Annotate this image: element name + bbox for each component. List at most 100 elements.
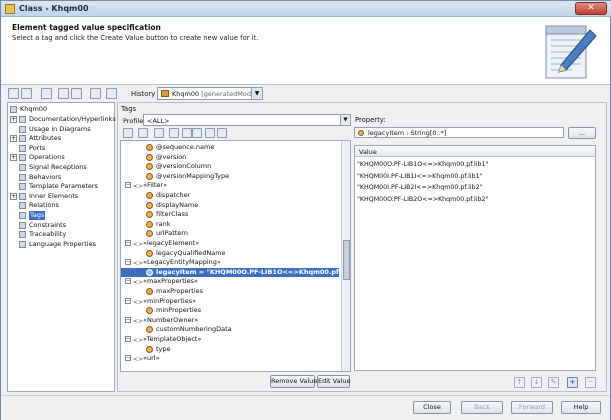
page-icon — [19, 240, 26, 248]
arrow-up-icon[interactable]: ↑ — [514, 377, 525, 388]
values-table-header: Value — [355, 146, 595, 157]
forward-arrow-icon[interactable] — [106, 88, 117, 99]
tree-item-label: «maxProperties» — [143, 277, 198, 286]
collapse-icon[interactable]: − — [125, 240, 131, 246]
tree-item-label: @sequence.name — [156, 143, 215, 151]
options-icon[interactable] — [217, 128, 227, 138]
value-row[interactable]: "KHQM00O.PF-LIB1O<=>Khqm00.pf.lib1" — [357, 160, 488, 171]
edit-value-button[interactable]: Edit Value — [317, 375, 351, 388]
add-icon[interactable]: + — [567, 377, 578, 388]
page-icon — [19, 125, 26, 133]
browse-property-button[interactable]: ... — [568, 127, 596, 139]
show-inherited-icon[interactable] — [182, 128, 192, 138]
history-dropdown[interactable]: Khqm00 [generatedModel] ▼ — [157, 87, 263, 100]
page-icon — [19, 116, 26, 123]
expand-icon[interactable]: + — [10, 116, 17, 123]
page-icon — [19, 202, 26, 210]
collapse-icon[interactable]: − — [125, 182, 131, 189]
specification-notepad-icon — [545, 25, 597, 79]
close-button[interactable]: Close — [413, 401, 451, 414]
abc-icon[interactable] — [205, 128, 215, 138]
arrow-down-icon[interactable]: ↓ — [531, 377, 542, 388]
expand-icon[interactable]: + — [10, 135, 17, 143]
collapse-icon[interactable]: − — [125, 278, 131, 285]
sort-icon[interactable] — [169, 128, 179, 138]
tag-icon — [146, 249, 153, 257]
collapse-icon[interactable]: − — [125, 355, 131, 362]
stereotype-icon: <> — [133, 279, 144, 287]
pencil-icon[interactable]: ✎ — [548, 377, 559, 388]
history-label: History : — [131, 90, 160, 98]
tree-item-label: displayName — [156, 200, 199, 209]
tree-item-label: «TemplateObject» — [143, 335, 202, 343]
tag-icon — [146, 326, 153, 334]
collapse-icon[interactable]: − — [125, 297, 131, 304]
dialog-window: Class - Khqm00 ✕ Element tagged value sp… — [0, 0, 611, 420]
filter-icon[interactable] — [154, 128, 164, 138]
collapse-icon[interactable]: − — [125, 336, 131, 342]
show-values-icon[interactable] — [192, 128, 202, 138]
nav-item-label: Tags — [29, 211, 46, 220]
remove-value-button[interactable]: Remove Value — [270, 375, 317, 388]
tag-tree-item[interactable]: legacyItem = "KHQM00O.PF-LIB1O<=>Khqm00.… — [121, 267, 350, 278]
value-row[interactable]: "KHQM00I.PF-LIB2I<=>Khqm00.pf.lib2" — [357, 183, 483, 194]
close-window-button[interactable]: ✕ — [575, 2, 607, 15]
chevron-down-icon[interactable]: ▼ — [251, 88, 262, 99]
dialog-header: Element tagged value specification Selec… — [1, 17, 610, 85]
expand-icon[interactable]: + — [10, 154, 17, 162]
chevron-down-icon[interactable]: ▼ — [340, 115, 350, 125]
spell-check-icon[interactable] — [58, 88, 69, 99]
tags-group-label: Tags — [121, 105, 137, 113]
collapse-icon[interactable]: − — [125, 259, 131, 266]
tag-icon — [146, 211, 153, 219]
collapse-all-icon[interactable] — [138, 128, 148, 138]
forward-button[interactable]: Forward — [511, 401, 553, 414]
value-column-header: Value — [359, 148, 377, 156]
tag-icon — [146, 220, 153, 228]
tree-item-label: «legacyElement» — [143, 239, 200, 247]
tag-icon — [146, 192, 153, 199]
value-row[interactable]: "KHQM00I.PF-LIB1I<=>Khqm00.pf.lib1" — [357, 172, 483, 183]
tree-item-label: rank — [156, 219, 171, 228]
refresh-icon[interactable] — [71, 88, 82, 99]
navigation-tree: Khqm00 + Documentation/Hyperlinks Usage in … — [7, 102, 116, 392]
scrollbar-thumb[interactable] — [343, 240, 350, 280]
list-view-icon[interactable] — [21, 88, 32, 99]
tree-view-icon[interactable] — [8, 88, 19, 99]
header-subtitle: Select a tag and click the Create Value … — [12, 34, 259, 42]
expand-icon[interactable]: + — [10, 192, 17, 200]
collapse-icon[interactable]: − — [125, 316, 131, 323]
help-button[interactable]: Help — [561, 401, 601, 414]
tree-item-label: maxProperties — [156, 287, 204, 295]
class-icon — [10, 106, 17, 113]
tag-icon — [146, 153, 153, 161]
tags-tree-scrollbar[interactable] — [341, 141, 350, 371]
expand-all-icon[interactable] — [123, 128, 133, 138]
tree-item-label: @versionColumn — [156, 162, 212, 171]
tree-item-label: @versionMappingType — [156, 171, 230, 180]
nav-item-label: Constraints — [29, 220, 67, 229]
header-title: Element tagged value specification — [12, 23, 161, 32]
nav-item-label: Attributes — [29, 134, 62, 143]
page-icon — [19, 192, 26, 200]
tag-icon — [146, 345, 153, 353]
property-label: Property: — [355, 116, 386, 124]
tree-item-label: customNumberingData — [156, 325, 232, 334]
page-icon — [19, 221, 26, 229]
copy-icon[interactable] — [41, 88, 52, 99]
tags-tree: @sequence.name @version @versionColumn @ver… — [120, 140, 351, 372]
app-icon — [5, 4, 15, 14]
tag-icon — [146, 288, 153, 295]
nav-item-label: Behaviors — [29, 172, 62, 181]
back-arrow-icon[interactable] — [90, 88, 101, 99]
stereotype-icon: <> — [133, 183, 144, 191]
profile-value: <ALL> — [147, 117, 170, 125]
nav-item-label: Operations — [29, 153, 65, 162]
value-row[interactable]: "KHQM00O.PF-LIB2O<=>Khqm00.pf.lib2" — [357, 195, 488, 206]
property-value: legacyItem : String[0..*] — [368, 129, 447, 137]
remove-icon[interactable]: − — [585, 377, 596, 388]
back-button[interactable]: Back — [461, 401, 503, 414]
page-icon — [19, 164, 26, 171]
profile-select[interactable]: <ALL> ▼ — [143, 114, 351, 126]
tree-item-label: filterClass — [156, 210, 189, 219]
